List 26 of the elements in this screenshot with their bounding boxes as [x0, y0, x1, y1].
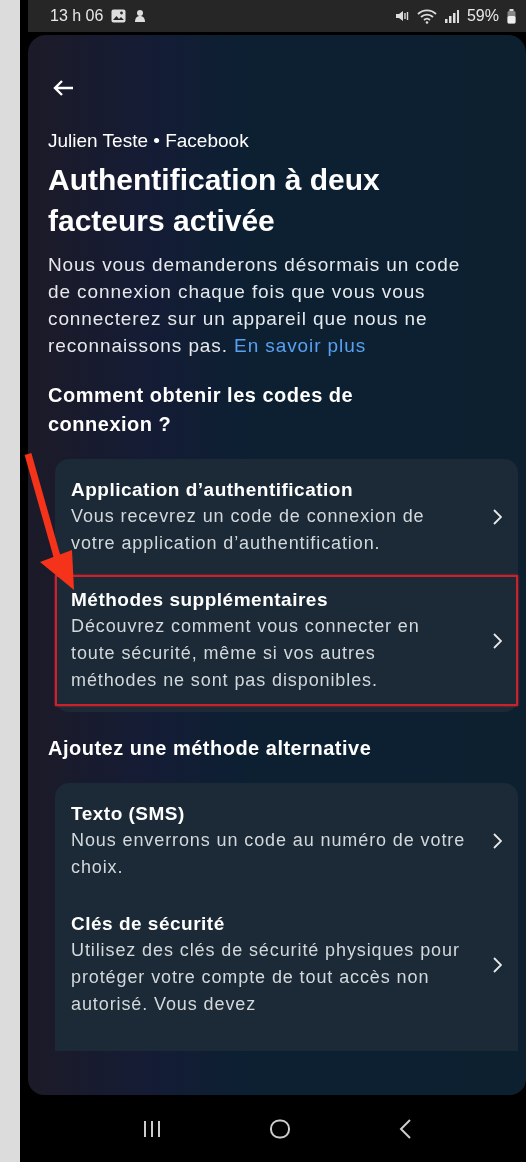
- option-item[interactable]: Texto (SMS) Nous enverrons un code au numéro de votre choix.: [55, 789, 518, 893]
- option-item[interactable]: Application d’authentification Vous recevrez un code de connexion de votre application d’authentification.: [55, 465, 518, 569]
- notification-icon: [134, 9, 147, 23]
- back-icon[interactable]: [398, 1117, 413, 1140]
- description-text: Nous vous demanderons désormais un code de connexion chaque fois que vous vous connecterez sur un appareil que nous ne reconnaissons pas. En savoir plus: [48, 253, 462, 358]
- home-icon[interactable]: [269, 1118, 291, 1139]
- wifi-icon: [416, 8, 437, 24]
- learn-more-link[interactable]: En savoir plus: [234, 335, 367, 356]
- section-heading: Comment obtenir les codes de connexion ?: [48, 383, 355, 437]
- section-heading: Ajoutez une méthode alternative: [48, 736, 373, 761]
- chevron-icon: [493, 956, 502, 973]
- mute-icon: [394, 9, 409, 23]
- chevron-icon: [493, 833, 502, 849]
- recent-apps-icon[interactable]: [141, 1118, 162, 1139]
- signal-icon: [444, 9, 459, 23]
- option-item[interactable]: Méthodes supplémentaires Découvrez comment vous connecter en toute sécurité, même si vos autres méthodes ne sont pas disponibles.: [55, 575, 518, 706]
- chevron-icon: [493, 632, 502, 649]
- back-arrow-icon[interactable]: [52, 79, 74, 97]
- option-item[interactable]: Clés de sécurité Utilisez des clés de sécurité physiques pour protéger votre compte de tout accès non autorisé. Vous devez: [55, 899, 518, 1030]
- status-time: 13 h 06: [50, 7, 104, 25]
- chevron-icon: [493, 509, 502, 525]
- battery-icon: [507, 8, 516, 24]
- gallery-icon: [111, 9, 127, 23]
- page-title: Authentification à deux facteurs activée: [48, 162, 381, 239]
- battery-level: 59%: [466, 7, 499, 25]
- account-label: Julien Teste • Facebook: [48, 129, 250, 153]
